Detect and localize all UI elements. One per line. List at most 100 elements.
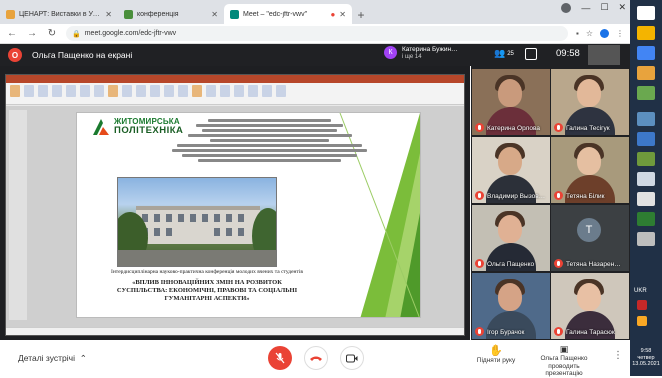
reload-icon[interactable]: ↻ <box>46 28 58 39</box>
profile-icon[interactable] <box>561 2 572 13</box>
end-call-button[interactable] <box>304 346 328 370</box>
taskbar-app-icon[interactable] <box>637 6 655 20</box>
close-icon[interactable]: ✕ <box>339 10 346 19</box>
mic-off-button[interactable] <box>268 346 292 370</box>
browser-toolbar: ← → ↻ 🔒 meet.google.com/edc-jftr-vwv ▪ ☆… <box>0 24 630 44</box>
meeting-clock: 09:58 <box>556 48 580 59</box>
muted-mic-icon <box>554 191 563 200</box>
presenter-name: Ольга Пащенко <box>540 354 588 362</box>
tab-label: ЦЕНАРТ: Виставки в Україні, ю… <box>19 10 101 18</box>
windows-taskbar: UKR 9:58 четвер 13.05.2021 <box>630 0 662 376</box>
taskbar-app-icon[interactable] <box>637 172 655 186</box>
taskbar-app-icon[interactable] <box>637 152 655 166</box>
forward-icon[interactable]: → <box>26 28 38 39</box>
presenting-label: Ольга Пащенко на екрані <box>32 50 133 60</box>
back-icon[interactable]: ← <box>6 28 18 39</box>
lock-icon: 🔒 <box>72 30 81 38</box>
browser-tab-2[interactable]: конференція ✕ <box>118 4 224 24</box>
people-icon: 👥 <box>494 48 506 58</box>
ppt-canvas: ЖИТОМИРСЬКА ПОЛІТЕХНІКА Інтердисциплінар… <box>6 106 464 328</box>
tab-label: конференція <box>137 10 179 18</box>
minimize-icon[interactable]: — <box>581 3 590 13</box>
address-bar[interactable]: 🔒 meet.google.com/edc-jftr-vwv <box>66 26 568 41</box>
participants-button[interactable]: 👥 25 <box>494 48 514 59</box>
input-language[interactable]: UKR <box>634 288 647 294</box>
participant-count: 25 <box>507 50 514 57</box>
browser-tab-meet[interactable]: Meet – "edc-jftr-vwv" ● ✕ <box>224 4 352 24</box>
self-view-thumbnail[interactable] <box>588 45 620 65</box>
meet-header: О Ольга Пащенко на екрані К Катерина Буж… <box>0 44 630 66</box>
presenter-avatar: О <box>8 48 22 62</box>
system-clock[interactable]: 9:58 четвер 13.05.2021 <box>631 348 661 368</box>
avatar: К <box>384 46 397 60</box>
participant-tile[interactable]: Владимир Вызов… <box>472 137 550 203</box>
menu-icon[interactable]: ⋮ <box>616 29 624 38</box>
muted-mic-icon <box>475 191 484 200</box>
taskbar-app-icon[interactable] <box>637 86 655 100</box>
meeting-details-label: Деталі зустрічі <box>18 353 75 363</box>
participant-tile[interactable]: Галина Тесігук <box>551 69 629 135</box>
present-button[interactable]: ▣ Ольга Пащенко проводить презентацію <box>534 344 594 378</box>
muted-mic-icon <box>475 327 484 336</box>
participant-name: Тетяна Білик <box>566 193 605 200</box>
more-options-icon[interactable]: ⋮ <box>613 350 623 361</box>
taskbar-app-icon[interactable] <box>637 192 655 206</box>
taskbar-app-icon[interactable] <box>637 232 655 246</box>
meet-favicon-icon <box>230 9 239 19</box>
taskbar-app-icon[interactable] <box>637 112 655 126</box>
participant-tile[interactable]: Т Тетяна Назарен… <box>551 205 629 271</box>
camera-button[interactable] <box>340 346 364 370</box>
taskbar-app-icon[interactable] <box>637 66 655 80</box>
taskbar-app-icon[interactable] <box>637 316 647 326</box>
taskbar-app-icon[interactable] <box>637 132 655 146</box>
participant-name: Катерина Орлова <box>487 125 540 132</box>
muted-mic-icon <box>475 123 484 132</box>
present-screen-icon: ▣ <box>559 344 569 354</box>
meeting-details-button[interactable]: Деталі зустрічі ⌃ <box>18 353 87 364</box>
slide: ЖИТОМИРСЬКА ПОЛІТЕХНІКА Інтердисциплінар… <box>76 112 421 318</box>
participant-tile[interactable]: Катерина Орлова <box>472 69 550 135</box>
browser-tab-1[interactable]: ЦЕНАРТ: Виставки в Україні, ю… ✕ <box>0 4 118 24</box>
taskbar-app-icon[interactable] <box>637 26 655 40</box>
muted-mic-icon <box>554 123 563 132</box>
taskbar-app-icon[interactable] <box>637 212 655 226</box>
ppt-titlebar <box>6 75 464 83</box>
tab-favicon-icon <box>124 9 133 19</box>
muted-mic-icon <box>475 259 484 268</box>
participant-name: Катерина Бужин… <box>402 46 458 53</box>
participant-name: Галина Тесігук <box>566 125 610 132</box>
raise-hand-label: Підняти руку <box>476 357 516 364</box>
participant-chip[interactable]: К Катерина Бужин… і ще 14 <box>384 46 458 60</box>
participant-tile[interactable]: Ольга Пащенко <box>472 205 550 271</box>
extension-icon[interactable] <box>600 29 609 38</box>
participant-more: і ще 14 <box>402 53 422 60</box>
camera-icon <box>346 354 358 362</box>
participant-tile[interactable]: Галина Тарасюк <box>551 273 629 339</box>
recording-dot-icon: ● <box>330 9 336 19</box>
raise-hand-button[interactable]: ✋ Підняти руку <box>476 344 516 364</box>
clock-day: четвер <box>637 354 655 361</box>
slide-header-lines <box>167 117 372 164</box>
star-icon[interactable]: ☆ <box>586 29 593 38</box>
hand-icon: ✋ <box>489 345 503 357</box>
clock-date: 13.05.2021 <box>632 361 660 368</box>
taskbar-app-icon[interactable] <box>637 300 647 310</box>
participant-tile[interactable]: Ігор Бурачок <box>472 273 550 339</box>
participant-tile[interactable]: Тетяна Білик <box>551 137 629 203</box>
chat-icon[interactable] <box>525 48 537 60</box>
muted-mic-icon <box>554 259 563 268</box>
meet-controls-bar: Деталі зустрічі ⌃ ✋ Підняти руку ▣ Ольга… <box>0 340 630 378</box>
close-window-icon[interactable]: ✕ <box>618 2 626 13</box>
chevron-up-icon: ⌃ <box>77 353 87 363</box>
new-tab-button[interactable]: + <box>352 6 370 24</box>
slide-thumbnails <box>9 110 27 320</box>
close-icon[interactable]: ✕ <box>211 10 218 19</box>
taskbar-app-icon[interactable] <box>637 46 655 60</box>
participant-grid: Катерина Орлова Галина Тесігук Владимир Вы… <box>471 66 630 340</box>
close-icon[interactable]: ✕ <box>105 10 112 19</box>
participant-name: Ігор Бурачок <box>487 329 525 336</box>
maximize-icon[interactable]: ☐ <box>600 2 608 13</box>
window-controls: — ☐ ✕ <box>561 2 626 13</box>
call-controls <box>268 346 364 370</box>
camera-in-use-icon[interactable]: ▪ <box>576 29 579 38</box>
